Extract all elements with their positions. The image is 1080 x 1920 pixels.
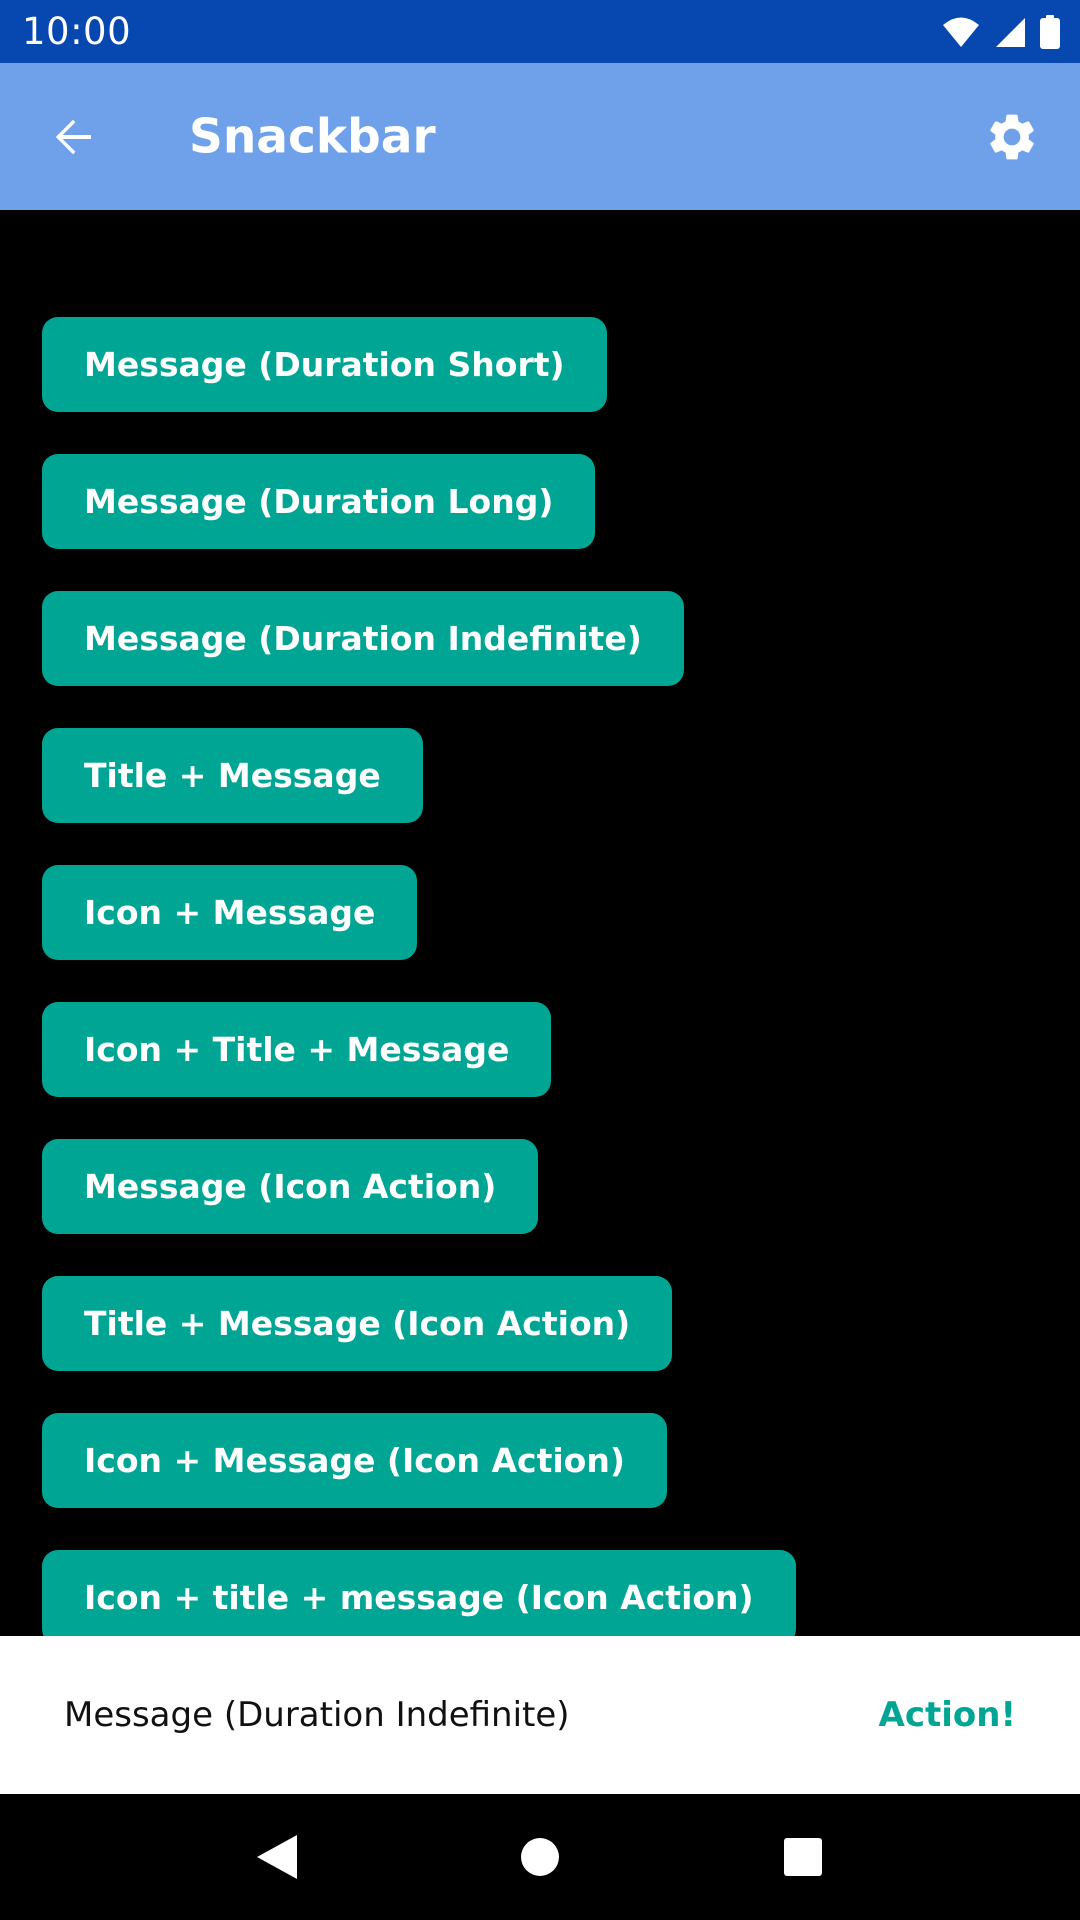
button-list: Message (Duration Short) Message (Durati… (0, 210, 1080, 1636)
back-button[interactable] (38, 102, 108, 172)
settings-button[interactable] (974, 99, 1050, 175)
wifi-icon (943, 17, 979, 47)
icon-message-icon-action-button[interactable]: Icon + Message (Icon Action) (42, 1413, 667, 1508)
battery-icon (1040, 14, 1060, 49)
message-duration-short-button[interactable]: Message (Duration Short) (42, 317, 607, 412)
gear-icon (990, 114, 1034, 159)
arrow-back-icon (55, 119, 91, 154)
status-bar: 10:00 (0, 0, 1080, 63)
nav-recents-button[interactable] (758, 1812, 848, 1902)
status-time: 10:00 (22, 10, 132, 53)
icon-message-button[interactable]: Icon + Message (42, 865, 418, 960)
title-message-button[interactable]: Title + Message (42, 728, 423, 823)
message-icon-action-button[interactable]: Message (Icon Action) (42, 1139, 539, 1234)
nav-home-button[interactable] (495, 1812, 585, 1902)
nav-back-button[interactable] (232, 1812, 322, 1902)
title-message-icon-action-button[interactable]: Title + Message (Icon Action) (42, 1276, 673, 1371)
snackbar-action-button[interactable]: Action! (879, 1695, 1016, 1735)
snackbar: Message (Duration Indefinite) Action! (0, 1636, 1080, 1794)
nav-home-icon (520, 1838, 559, 1876)
page-title: Snackbar (189, 109, 436, 164)
app-bar: Snackbar (0, 63, 1080, 210)
cell-signal-icon (996, 17, 1025, 47)
status-icons (942, 14, 1060, 49)
nav-back-icon (256, 1835, 297, 1879)
nav-recents-icon (784, 1838, 823, 1876)
screen: 10:00 Snackbar Message (Duration Short) … (0, 0, 1080, 1920)
snackbar-message: Message (Duration Indefinite) (64, 1695, 570, 1735)
icon-title-message-icon-action-button[interactable]: Icon + title + message (Icon Action) (42, 1550, 796, 1636)
message-duration-long-button[interactable]: Message (Duration Long) (42, 454, 596, 549)
icon-title-message-button[interactable]: Icon + Title + Message (42, 1002, 552, 1097)
navigation-bar (0, 1794, 1080, 1920)
message-duration-indefinite-button[interactable]: Message (Duration Indefinite) (42, 591, 684, 686)
